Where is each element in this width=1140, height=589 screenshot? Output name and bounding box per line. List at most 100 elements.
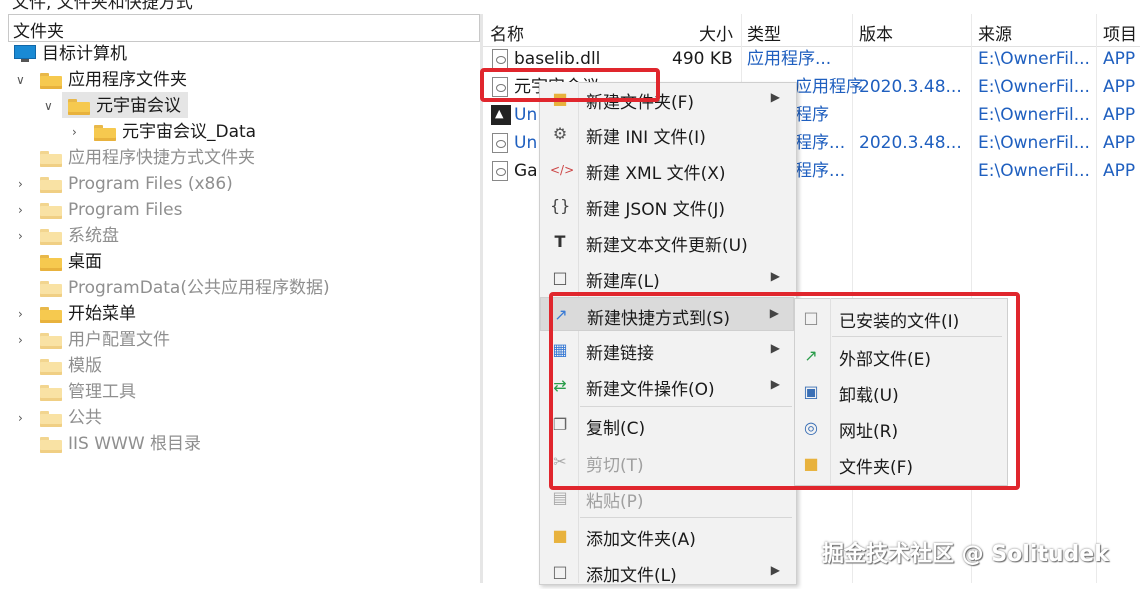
column-header-source[interactable]: 来源 xyxy=(978,20,1012,45)
window-title: 文件, 文件夹和快捷方式 xyxy=(12,0,193,13)
tree-item-metaverse-data[interactable]: › 元宇宙会议_Data xyxy=(12,119,472,145)
tree-item-program-files-x86[interactable]: › Program Files (x86) xyxy=(12,171,472,197)
tree-item-label: 公共 xyxy=(68,408,102,428)
folder-icon xyxy=(40,333,62,349)
tree-item-templates[interactable]: 模版 xyxy=(12,353,472,379)
column-header-size[interactable]: 大小 xyxy=(699,20,733,45)
tree-item-label: 应用程序文件夹 xyxy=(68,70,187,90)
tree-item-admin-tools[interactable]: 管理工具 xyxy=(12,379,472,405)
menu-item-add-file[interactable]: □ 添加文件(L) ▶ xyxy=(540,555,794,589)
dll-file-icon xyxy=(492,49,508,69)
menu-item-new-json[interactable]: {} 新建 JSON 文件(J) xyxy=(540,189,794,223)
chevron-right-icon[interactable]: › xyxy=(18,405,32,431)
tree-item-target-computer[interactable]: 目标计算机 xyxy=(12,41,472,67)
file-source: E:\OwnerFil... xyxy=(978,49,1090,69)
tree-item-label: 目标计算机 xyxy=(42,44,127,64)
add-folder-icon: ■ xyxy=(552,526,568,545)
chevron-down-icon[interactable]: ∨ xyxy=(16,67,30,93)
file-type: 程序... xyxy=(795,133,846,153)
xml-file-icon: </> xyxy=(550,163,575,177)
file-project: APP xyxy=(1103,77,1136,97)
file-name: Un xyxy=(514,105,538,125)
tree-item-app-shortcut-folder[interactable]: 应用程序快捷方式文件夹 xyxy=(12,145,472,171)
chevron-right-icon[interactable]: › xyxy=(18,197,32,223)
chevron-right-icon[interactable]: › xyxy=(18,171,32,197)
folder-icon xyxy=(40,255,62,271)
dll-file-icon xyxy=(492,161,508,181)
file-source: E:\OwnerFil... xyxy=(978,77,1090,97)
menu-item-new-xml[interactable]: </> 新建 XML 文件(X) xyxy=(540,153,794,187)
folder-icon xyxy=(40,177,62,193)
tree-item-label: 元宇宙会议_Data xyxy=(122,122,257,142)
tree-item-label: 应用程序快捷方式文件夹 xyxy=(68,148,255,168)
file-source: E:\OwnerFil... xyxy=(978,133,1090,153)
tree-item-desktop[interactable]: 桌面 xyxy=(12,249,472,275)
tree-item-label: 管理工具 xyxy=(68,382,136,402)
menu-item-new-text-update[interactable]: T 新建文本文件更新(U) xyxy=(540,225,794,259)
file-type: 应用程序 xyxy=(795,77,863,97)
tree-item-system-disk[interactable]: › 系统盘 xyxy=(12,223,472,249)
menu-item-add-folder[interactable]: ■ 添加文件夹(A) xyxy=(540,519,794,553)
tree-item-program-files[interactable]: › Program Files xyxy=(12,197,472,223)
tree-item-iis-www-root[interactable]: IIS WWW 根目录 xyxy=(12,431,472,457)
json-file-icon: {} xyxy=(550,196,571,215)
file-size: 490 KB xyxy=(672,49,733,69)
folder-icon xyxy=(40,307,62,323)
column-header-type[interactable]: 类型 xyxy=(747,20,781,45)
tree-item-label: 桌面 xyxy=(68,252,102,272)
chevron-right-icon: ▶ xyxy=(770,269,780,283)
menu-item-new-ini[interactable]: ⚙ 新建 INI 文件(I) xyxy=(540,117,794,151)
chevron-right-icon: ▶ xyxy=(770,90,780,104)
file-version: 2020.3.48... xyxy=(859,133,962,153)
chevron-down-icon[interactable]: ∨ xyxy=(44,93,58,119)
file-source: E:\OwnerFil... xyxy=(978,105,1090,125)
tree-item-public[interactable]: › 公共 xyxy=(12,405,472,431)
folder-icon xyxy=(94,125,116,141)
tree-item-label: ProgramData(公共应用程序数据) xyxy=(68,278,330,298)
paste-icon: ▤ xyxy=(552,488,568,507)
chevron-right-icon[interactable]: › xyxy=(18,327,32,353)
add-file-icon: □ xyxy=(552,562,568,581)
chevron-right-icon[interactable]: › xyxy=(72,119,86,145)
folder-icon xyxy=(40,437,62,453)
file-name: Ga xyxy=(514,161,538,181)
folder-icon xyxy=(40,359,62,375)
file-type: 应用程序... xyxy=(747,49,832,69)
file-project: APP xyxy=(1103,161,1136,181)
chevron-right-icon: ▶ xyxy=(770,563,780,577)
tree-item-programdata[interactable]: ProgramData(公共应用程序数据) xyxy=(12,275,472,301)
chevron-right-icon[interactable]: › xyxy=(18,301,32,327)
folder-icon xyxy=(40,73,62,89)
tree-item-start-menu[interactable]: › 开始菜单 xyxy=(12,301,472,327)
menu-separator xyxy=(580,517,792,518)
library-icon: □ xyxy=(552,268,568,287)
file-project: APP xyxy=(1103,105,1136,125)
file-type: 程序 xyxy=(795,105,829,125)
folder-icon xyxy=(40,229,62,245)
file-project: APP xyxy=(1103,133,1136,153)
column-divider[interactable] xyxy=(1096,14,1097,583)
folder-icon xyxy=(40,151,62,167)
column-header-version[interactable]: 版本 xyxy=(859,20,893,45)
watermark: 掘金技术社区 @ Solitudek xyxy=(822,542,1109,567)
tree-item-label: 系统盘 xyxy=(68,226,119,246)
folder-icon xyxy=(40,385,62,401)
tree-item-metaverse-meeting[interactable]: ∨ 元宇宙会议 xyxy=(12,93,472,119)
folder-icon xyxy=(40,411,62,427)
chevron-right-icon[interactable]: › xyxy=(18,223,32,249)
tree-item-label: 用户配置文件 xyxy=(68,330,170,350)
tree-item-label: 开始菜单 xyxy=(68,304,136,324)
tree-header[interactable]: 文件夹 xyxy=(8,14,480,42)
column-header-name[interactable]: 名称 xyxy=(490,20,524,45)
file-list-header xyxy=(483,14,1140,47)
file-name: Un xyxy=(514,133,538,153)
unity-icon xyxy=(491,105,511,125)
app-folder-icon xyxy=(68,99,90,115)
menu-item-new-library[interactable]: □ 新建库(L) ▶ xyxy=(540,261,794,295)
tree-item-label: 模版 xyxy=(68,356,102,376)
column-header-project[interactable]: 项目 xyxy=(1103,20,1137,45)
highlight-box-shortcut-submenu xyxy=(549,292,1020,490)
tree-item-application-folder[interactable]: ∨ 应用程序文件夹 xyxy=(12,67,472,93)
tree-item-user-profile[interactable]: › 用户配置文件 xyxy=(12,327,472,353)
file-source: E:\OwnerFil... xyxy=(978,161,1090,181)
